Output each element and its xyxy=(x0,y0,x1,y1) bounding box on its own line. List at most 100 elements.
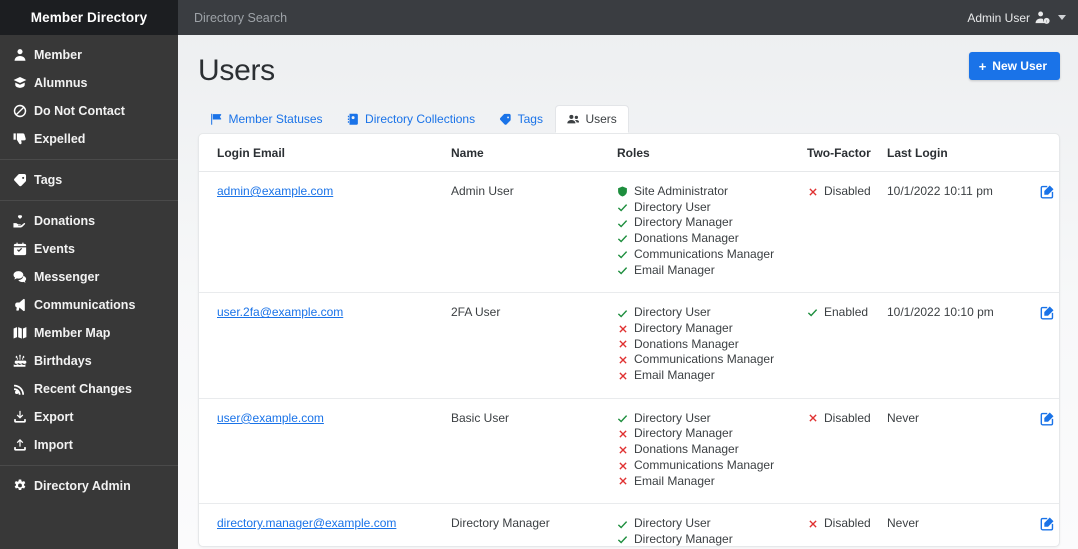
role-label: Communications Manager xyxy=(634,246,775,261)
sidebar-item-label: Events xyxy=(34,242,75,256)
role-item: Donations Manager xyxy=(617,442,801,458)
cell-actions xyxy=(1015,171,1059,294)
sidebar-item-export[interactable]: Export xyxy=(0,403,178,431)
user-email-link[interactable]: admin@example.com xyxy=(217,184,333,198)
sidebar-item-donations[interactable]: Donations xyxy=(0,207,178,235)
cell-last-login: 10/1/2022 10:11 pm xyxy=(887,171,1015,294)
hand-holding-heart-icon xyxy=(12,214,27,229)
role-item: Email Manager xyxy=(617,474,801,490)
role-item: Directory Manager xyxy=(617,215,801,231)
cell-name: 2FA User xyxy=(451,292,617,399)
cross-icon xyxy=(807,187,818,197)
map-icon xyxy=(12,326,27,341)
birthday-cake-icon xyxy=(12,354,27,369)
cell-login-email: directory.manager@example.com xyxy=(199,503,451,546)
tab-member-statuses[interactable]: Member Statuses xyxy=(198,105,335,133)
tag-icon xyxy=(499,113,512,126)
sidebar-item-directory-admin[interactable]: Directory Admin xyxy=(0,472,178,500)
sidebar-item-import[interactable]: Import xyxy=(0,431,178,459)
sidebar-item-do-not-contact[interactable]: Do Not Contact xyxy=(0,97,178,125)
cell-name: Basic User xyxy=(451,398,617,505)
cell-last-login: Never xyxy=(887,503,1015,546)
user-email-link[interactable]: directory.manager@example.com xyxy=(217,516,396,530)
role-item: Directory User xyxy=(617,305,801,321)
sidebar-item-birthdays[interactable]: Birthdays xyxy=(0,347,178,375)
column-header-roles: Roles xyxy=(617,134,807,172)
sidebar-item-label: Alumnus xyxy=(34,76,88,90)
page-content: Users + New User Member Statuses Director… xyxy=(178,35,1078,549)
sidebar-item-member-map[interactable]: Member Map xyxy=(0,319,178,347)
tab-bar: Member Statuses Directory Collections Tags… xyxy=(198,105,1060,133)
edit-icon xyxy=(1040,516,1055,534)
role-label: Directory User xyxy=(634,199,711,214)
user-email-link[interactable]: user.2fa@example.com xyxy=(217,305,343,319)
two-factor-status: Enabled xyxy=(807,305,881,321)
main-area: Directory Search Admin User i Users + Ne… xyxy=(178,0,1078,549)
role-item: Email Manager xyxy=(617,368,801,384)
edit-user-button[interactable] xyxy=(1040,516,1055,534)
cross-icon xyxy=(617,445,628,455)
user-badge-icon: i xyxy=(1035,10,1050,25)
role-label: Email Manager xyxy=(634,473,715,488)
sidebar-item-tags[interactable]: Tags xyxy=(0,166,178,194)
sidebar-item-label: Member Map xyxy=(34,326,111,340)
page-title: Users xyxy=(198,54,275,87)
tag-icon xyxy=(12,173,27,188)
cell-last-login: 10/1/2022 10:10 pm xyxy=(887,292,1015,399)
user-menu[interactable]: Admin User i xyxy=(967,10,1066,25)
sidebar-item-messenger[interactable]: Messenger xyxy=(0,263,178,291)
tab-directory-collections[interactable]: Directory Collections xyxy=(335,105,488,133)
sidebar-item-label: Birthdays xyxy=(34,354,92,368)
cell-actions xyxy=(1015,292,1059,399)
two-factor-label: Disabled xyxy=(824,516,871,531)
role-label: Communications Manager xyxy=(634,457,775,472)
chevron-down-icon xyxy=(1058,15,1066,20)
role-label: Directory Manager xyxy=(634,320,733,335)
role-item: Directory Manager xyxy=(617,321,801,337)
tab-users[interactable]: Users xyxy=(554,105,629,133)
role-label: Directory Manager xyxy=(634,215,733,230)
cell-two-factor: Enabled xyxy=(807,292,887,399)
two-factor-status: Disabled xyxy=(807,516,881,532)
sidebar-group-2: Donations Events Messenger Communications Me… xyxy=(0,200,178,465)
sidebar-item-member[interactable]: Member xyxy=(0,41,178,69)
sidebar-item-label: Communications xyxy=(34,298,136,312)
new-user-button[interactable]: + New User xyxy=(968,52,1060,80)
column-header-last-login: Last Login xyxy=(887,134,1015,172)
tab-tags[interactable]: Tags xyxy=(487,105,555,133)
sidebar-item-alumnus[interactable]: Alumnus xyxy=(0,69,178,97)
user-menu-label: Admin User xyxy=(967,10,1030,25)
upload-icon xyxy=(12,438,27,453)
two-factor-status: Disabled xyxy=(807,411,881,427)
cross-icon xyxy=(807,519,818,529)
app-brand[interactable]: Member Directory xyxy=(0,0,178,35)
user-email-link[interactable]: user@example.com xyxy=(217,411,324,425)
directory-search-input[interactable]: Directory Search xyxy=(194,11,287,25)
shield-icon xyxy=(617,186,628,197)
check-icon xyxy=(617,265,628,276)
cell-two-factor: Disabled xyxy=(807,398,887,505)
table-row: user.2fa@example.com 2FA User Directory Us… xyxy=(199,292,1059,399)
edit-user-button[interactable] xyxy=(1040,411,1055,429)
edit-icon xyxy=(1040,184,1055,202)
role-item: Directory User xyxy=(617,200,801,216)
column-header-two-factor: Two-Factor xyxy=(807,134,887,172)
role-item: Email Manager xyxy=(617,263,801,279)
broadcast-icon xyxy=(12,382,27,397)
sidebar-item-expelled[interactable]: Expelled xyxy=(0,125,178,153)
gear-icon xyxy=(12,479,27,494)
edit-user-button[interactable] xyxy=(1040,184,1055,202)
edit-user-button[interactable] xyxy=(1040,305,1055,323)
role-label: Donations Manager xyxy=(634,442,739,457)
sidebar-item-communications[interactable]: Communications xyxy=(0,291,178,319)
sidebar: Member Directory Member Alumnus Do Not Con… xyxy=(0,0,178,549)
cell-two-factor: Disabled xyxy=(807,503,887,546)
users-table-card: Login Email Name Roles Two-Factor Last Login… xyxy=(198,133,1060,547)
users-table: Login Email Name Roles Two-Factor Last Login… xyxy=(199,134,1059,546)
calendar-icon xyxy=(12,242,27,257)
download-icon xyxy=(12,410,27,425)
sidebar-item-label: Import xyxy=(34,438,73,452)
sidebar-item-recent-changes[interactable]: Recent Changes xyxy=(0,375,178,403)
role-label: Directory User xyxy=(634,410,711,425)
sidebar-item-events[interactable]: Events xyxy=(0,235,178,263)
